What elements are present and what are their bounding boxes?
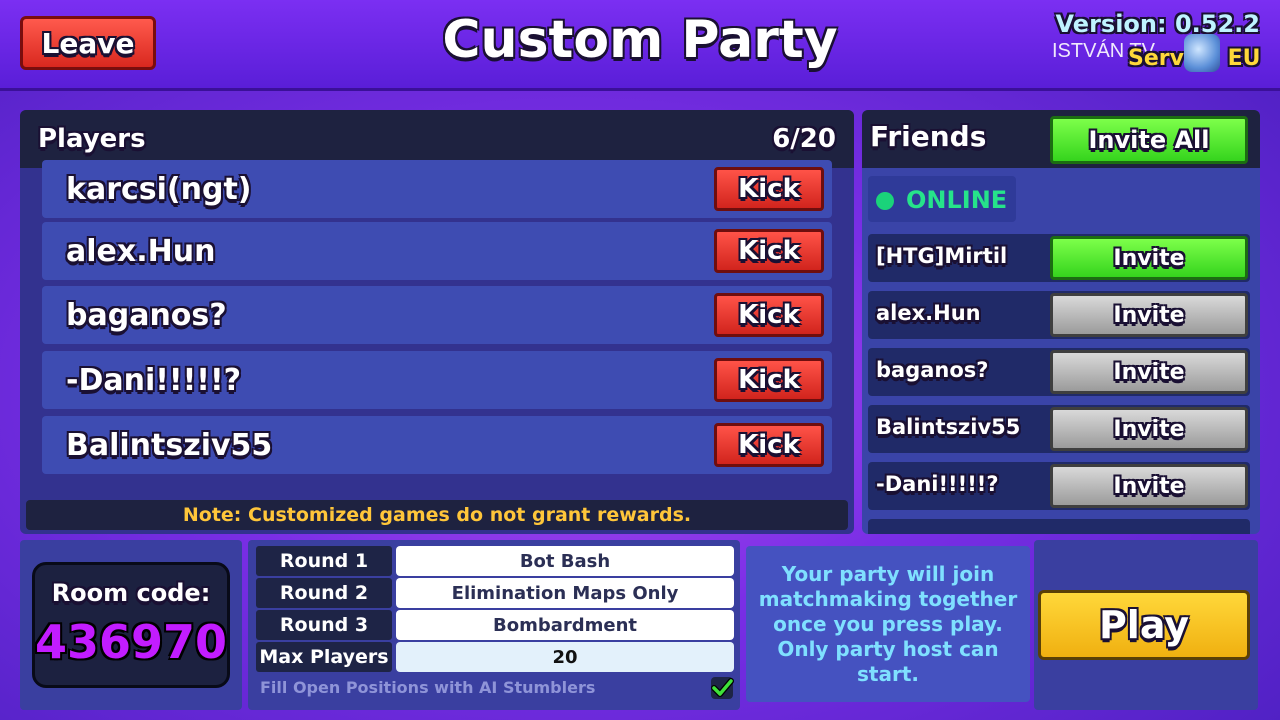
kick-button[interactable]: Kick (714, 423, 824, 467)
page-title: Custom Party (442, 10, 838, 70)
max-players-label: Max Players (256, 642, 392, 672)
invite-button[interactable]: Invite (1050, 464, 1248, 508)
friend-name: alex.Hun (876, 301, 981, 325)
player-name: -Dani!!!!!? (66, 362, 242, 398)
online-label: ONLINE (906, 186, 1008, 214)
friend-row: [HTG]Mirtil Invite (868, 234, 1250, 282)
player-name: alex.Hun (66, 233, 216, 269)
leave-button[interactable]: Leave (20, 16, 156, 70)
kick-button[interactable]: Kick (714, 167, 824, 211)
friend-name: [HTG]Mirtil (876, 244, 1008, 268)
kick-button[interactable]: Kick (714, 293, 824, 337)
invite-button[interactable]: Invite (1050, 293, 1248, 337)
invite-button[interactable]: Invite (1050, 407, 1248, 451)
kick-button[interactable]: Kick (714, 229, 824, 273)
friend-row: -Dani!!!!!? Invite (868, 462, 1250, 510)
fill-ai-label: Fill Open Positions with AI Stumblers (260, 678, 596, 697)
room-code: 436970 (35, 615, 228, 669)
player-row: Balintsziv55 Kick (42, 416, 832, 474)
round-2-label: Round 2 (256, 578, 392, 608)
players-panel: Players 6/20 karcsi(ngt) Kick alex.Hun K… (20, 110, 854, 534)
server-globe-icon (1184, 34, 1220, 72)
player-name: Balintsziv55 (66, 427, 273, 463)
friend-name: -Dani!!!!!? (876, 472, 999, 496)
friends-title: Friends (870, 120, 987, 153)
round-1-label: Round 1 (256, 546, 392, 576)
invite-all-button[interactable]: Invite All (1050, 116, 1248, 164)
server-label-text: Serv (1128, 46, 1184, 71)
friend-row: Balintsziv55 Invite (868, 405, 1250, 453)
round-3-select[interactable]: Bombardment (396, 610, 734, 640)
party-info-text: Your party will join matchmaking togethe… (746, 546, 1030, 702)
checkmark-icon[interactable] (710, 676, 734, 700)
rewards-note: Note: Customized games do not grant rewa… (26, 500, 848, 530)
invite-button[interactable]: Invite (1050, 236, 1248, 280)
invite-button[interactable]: Invite (1050, 350, 1248, 394)
player-name: baganos? (66, 297, 227, 333)
server-region: EU (1227, 46, 1261, 71)
player-name: karcsi(ngt) (66, 171, 252, 207)
round-3-label: Round 3 (256, 610, 392, 640)
player-row: baganos? Kick (42, 286, 832, 344)
friend-row-partial (868, 519, 1250, 534)
online-status-icon (876, 192, 894, 210)
kick-button[interactable]: Kick (714, 358, 824, 402)
friend-name: Balintsziv55 (876, 415, 1021, 439)
play-button[interactable]: Play (1038, 590, 1250, 660)
friends-panel: Friends Invite All ONLINE [HTG]Mirtil In… (862, 110, 1260, 534)
player-row: -Dani!!!!!? Kick (42, 351, 832, 409)
friend-name: baganos? (876, 358, 989, 382)
room-code-label: Room code: (51, 579, 211, 607)
player-row: karcsi(ngt) Kick (42, 160, 832, 218)
max-players-input[interactable]: 20 (396, 642, 734, 672)
players-title: Players (38, 124, 146, 154)
room-code-box: Room code: 436970 (32, 562, 230, 688)
friend-row: baganos? Invite (868, 348, 1250, 396)
round-1-select[interactable]: Bot Bash (396, 546, 734, 576)
player-row: alex.Hun Kick (42, 222, 832, 280)
round-2-select[interactable]: Elimination Maps Only (396, 578, 734, 608)
players-count: 6/20 (772, 124, 836, 154)
friend-row: alex.Hun Invite (868, 291, 1250, 339)
version-label: Version: 0.52.2 (1055, 10, 1260, 38)
